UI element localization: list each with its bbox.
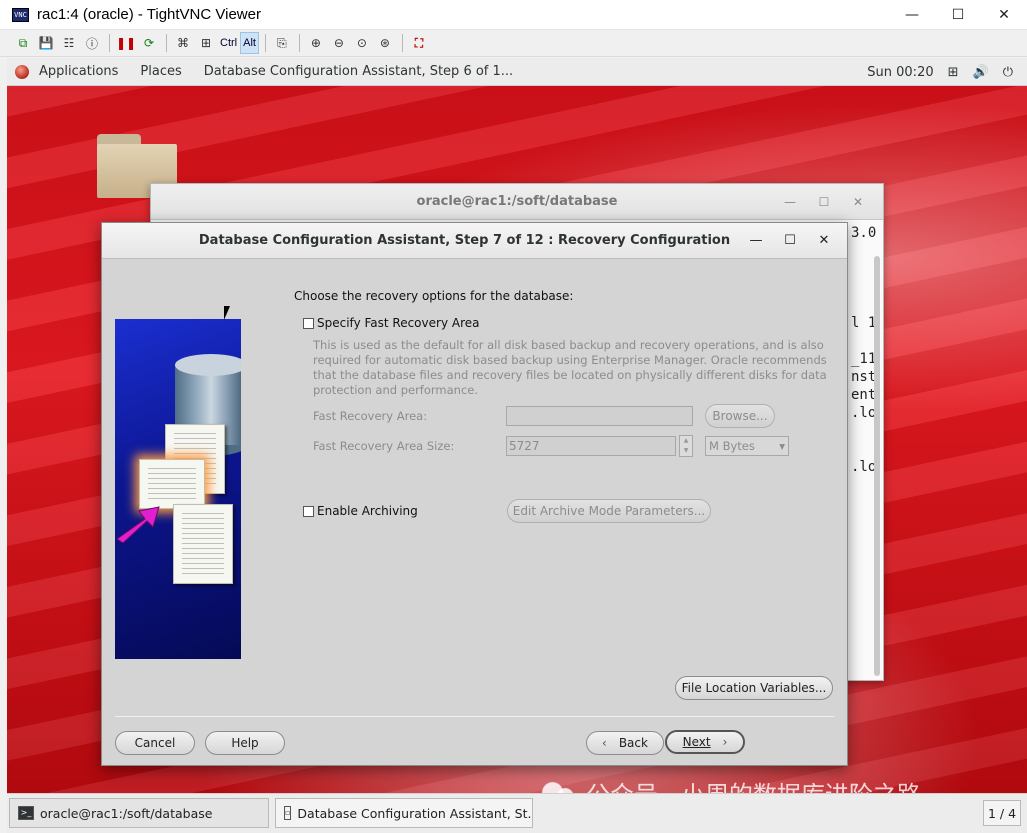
clipboard-icon[interactable]: ⎘ (271, 32, 293, 54)
spinner-up-icon[interactable]: ▲ (680, 436, 692, 446)
chevron-right-icon: › (722, 735, 728, 749)
gnome-top-bar: Applications Places Database Configurati… (7, 58, 1027, 86)
zoom-fit-icon[interactable]: ⊙ (351, 32, 373, 54)
help-button[interactable]: Help (205, 731, 285, 755)
fra-size-unit-select[interactable]: M Bytes ▾ (705, 436, 789, 456)
fra-input[interactable] (506, 406, 693, 426)
terminal-icon: >_ (18, 806, 34, 820)
network-icon[interactable]: ⊞ (948, 65, 959, 80)
new-connection-icon[interactable]: ⧉ (12, 32, 34, 54)
task-terminal[interactable]: >_ oracle@rac1:/soft/database (9, 798, 269, 828)
vnc-toolbar: ⧉ 💾 ☷ ⓘ ❚❚ ⟳ ⌘ ⊞ Ctrl Alt ⎘ ⊕ ⊖ ⊙ ⊛ ⛶ (0, 30, 1027, 57)
gnome-bottom-bar: >_ oracle@rac1:/soft/database ▫ Database… (7, 793, 1027, 833)
vnc-titlebar: VNC rac1:4 (oracle) - TightVNC Viewer — … (0, 0, 1027, 30)
terminal-maximize-icon[interactable]: ☐ (807, 184, 841, 220)
fullscreen-icon[interactable]: ⛶ (408, 32, 430, 54)
chevron-left-icon: ‹ (602, 736, 607, 750)
dialog-title: Database Configuration Assistant, Step 7… (198, 233, 731, 248)
applications-icon (15, 64, 29, 79)
arrow-icon (116, 506, 160, 543)
dbca-icon: ▫ (284, 806, 292, 820)
ctrl-key-button[interactable]: Ctrl (218, 32, 239, 54)
applications-menu[interactable]: Applications (39, 64, 118, 79)
pause-icon[interactable]: ❚❚ (115, 32, 137, 54)
terminal-close-icon[interactable]: ✕ (841, 184, 875, 220)
system-tray: Sun 00:20 ⊞ 🔊 ⏻ (867, 58, 1027, 86)
cancel-button[interactable]: Cancel (115, 731, 195, 755)
ctrl-alt-del-icon[interactable]: ⌘ (172, 32, 194, 54)
next-label: Next (682, 735, 711, 749)
fra-size-label: Fast Recovery Area Size: (313, 439, 455, 453)
archiving-option[interactable]: Enable Archiving (303, 504, 418, 518)
fra-description: This is used as the default for all disk… (313, 338, 827, 397)
active-window-menu[interactable]: Database Configuration Assistant, Step 6… (204, 64, 513, 79)
document-icon (173, 504, 233, 584)
window-controls: — ☐ ✕ (889, 0, 1027, 30)
next-button[interactable]: Next › (665, 730, 745, 754)
edit-archive-params-button[interactable]: Edit Archive Mode Parameters... (507, 499, 711, 523)
places-menu[interactable]: Places (140, 64, 181, 79)
toolbar-divider (298, 34, 300, 52)
mouse-cursor-icon (224, 306, 230, 320)
remote-desktop: Applications Places Database Configurati… (7, 58, 1027, 833)
toolbar-divider (109, 34, 110, 52)
zoom-in-icon[interactable]: ⊕ (305, 32, 327, 54)
send-keys-icon[interactable]: ⊞ (195, 32, 217, 54)
zoom-out-icon[interactable]: ⊖ (328, 32, 350, 54)
window-title: rac1:4 (oracle) - TightVNC Viewer (37, 6, 261, 23)
fra-checkbox-label: Specify Fast Recovery Area (317, 316, 480, 330)
file-location-variables-button[interactable]: File Location Variables... (675, 676, 833, 700)
task-dbca[interactable]: ▫ Database Configuration Assistant, St..… (275, 798, 533, 828)
maximize-button[interactable]: ☐ (935, 0, 981, 30)
archiving-checkbox[interactable] (303, 505, 314, 517)
terminal-minimize-icon[interactable]: — (773, 184, 807, 220)
recovery-illustration (115, 319, 241, 659)
dialog-close-icon[interactable]: ✕ (807, 223, 841, 259)
dbca-dialog: Database Configuration Assistant, Step 7… (101, 222, 848, 766)
power-icon[interactable]: ⏻ (1003, 65, 1013, 80)
vnc-app-icon: VNC (12, 7, 29, 22)
back-button[interactable]: ‹ Back (586, 731, 664, 755)
fra-checkbox[interactable] (303, 317, 314, 329)
terminal-scrollbar[interactable] (874, 256, 880, 676)
recovery-prompt: Choose the recovery options for the data… (294, 289, 574, 303)
fra-size-input[interactable]: 5727 (506, 436, 676, 456)
info-icon[interactable]: ⓘ (81, 32, 103, 54)
volume-icon[interactable]: 🔊 (973, 65, 989, 80)
chevron-down-icon: ▾ (779, 439, 785, 453)
fra-size-spinner[interactable]: ▲ ▼ (679, 435, 693, 457)
dialog-maximize-icon[interactable]: ☐ (773, 223, 807, 259)
toolbar-divider (401, 34, 403, 52)
task-label: oracle@rac1:/soft/database (40, 805, 213, 821)
toolbar-divider (264, 34, 266, 52)
toolbar-divider (166, 34, 167, 52)
close-button[interactable]: ✕ (981, 0, 1027, 30)
options-icon[interactable]: ☷ (58, 32, 80, 54)
archiving-checkbox-label: Enable Archiving (317, 504, 418, 518)
save-icon[interactable]: 💾 (35, 32, 57, 54)
refresh-icon[interactable]: ⟳ (138, 32, 160, 54)
desktop-background: oracle@rac1:/soft/database — ☐ ✕ 3.0 l 1… (7, 86, 1027, 793)
terminal-title: oracle@rac1:/soft/database (416, 194, 618, 209)
terminal-titlebar[interactable]: oracle@rac1:/soft/database — ☐ ✕ (151, 184, 883, 220)
terminal-output: 3.0 l 1 _11 nst ent .lo .lo (851, 225, 877, 475)
browse-button[interactable]: Browse... (705, 404, 775, 428)
back-label: Back (618, 736, 648, 750)
dialog-titlebar[interactable]: Database Configuration Assistant, Step 7… (102, 223, 847, 259)
zoom-auto-icon[interactable]: ⊛ (374, 32, 396, 54)
alt-key-button[interactable]: Alt (240, 32, 259, 54)
dialog-divider (115, 716, 834, 717)
spinner-down-icon[interactable]: ▼ (680, 446, 692, 456)
task-label: Database Configuration Assistant, St... (297, 805, 533, 821)
fra-option[interactable]: Specify Fast Recovery Area (303, 316, 479, 330)
fra-label: Fast Recovery Area: (313, 409, 428, 423)
clock[interactable]: Sun 00:20 (867, 65, 933, 80)
fra-size-unit: M Bytes (709, 439, 755, 453)
minimize-button[interactable]: — (889, 0, 935, 30)
workspace-indicator[interactable]: 1 / 4 (983, 800, 1021, 826)
dialog-minimize-icon[interactable]: — (739, 223, 773, 259)
